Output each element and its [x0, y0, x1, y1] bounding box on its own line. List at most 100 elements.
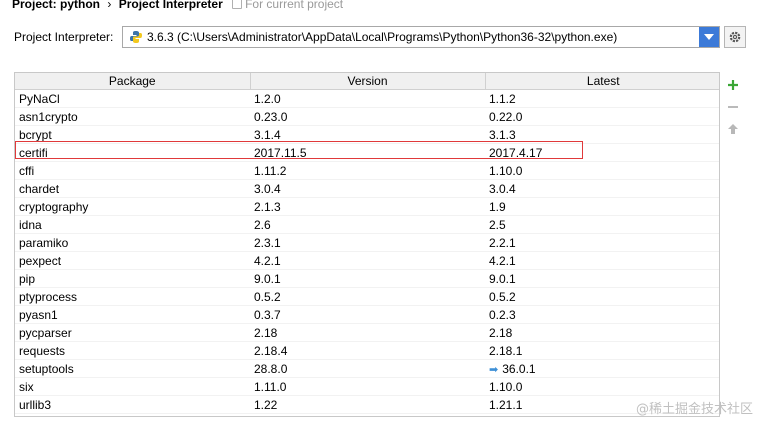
breadcrumb-project: Project: python [12, 0, 101, 11]
package-latest: 0.2.3 [485, 305, 719, 324]
column-header-package[interactable]: Package [15, 73, 251, 90]
table-row[interactable]: PyNaCl 1.2.0 1.1.2 [15, 89, 719, 108]
package-name: pip [15, 269, 250, 288]
arrow-up-icon [728, 124, 738, 134]
package-version: 2.1.3 [250, 197, 485, 216]
package-version: 2.18.4 [250, 341, 485, 360]
package-name: setuptools [15, 359, 250, 378]
package-latest: 1.10.0 [485, 377, 719, 396]
scope-hint: For current project [232, 0, 343, 11]
table-row[interactable]: paramiko 2.3.1 2.2.1 [15, 233, 719, 252]
package-name: pyasn1 [15, 305, 250, 324]
table-row[interactable]: urllib3 1.22 1.21.1 [15, 395, 719, 414]
table-row[interactable]: idna 2.6 2.5 [15, 215, 719, 234]
add-package-button[interactable] [724, 74, 742, 96]
scope-hint-text: For current project [245, 0, 344, 11]
breadcrumb: Project: python › Project Interpreter Fo… [12, 0, 343, 13]
table-row[interactable]: cryptography 2.1.3 1.9 [15, 197, 719, 216]
upgrade-package-button[interactable] [724, 118, 742, 140]
package-latest-cell: ➡ 36.0.1 [485, 359, 719, 378]
package-latest: 0.22.0 [485, 107, 719, 126]
package-name: asn1crypto [15, 107, 250, 126]
table-row[interactable]: requests 2.18.4 2.18.1 [15, 341, 719, 360]
table-row[interactable]: asn1crypto 0.23.0 0.22.0 [15, 107, 719, 126]
interpreter-select[interactable]: 3.6.3 (C:\Users\Administrator\AppData\Lo… [122, 26, 720, 48]
table-row[interactable]: ptyprocess 0.5.2 0.5.2 [15, 287, 719, 306]
python-icon [130, 31, 142, 43]
package-name: PyNaCl [15, 89, 250, 108]
packages-table: Package Version Latest PyNaCl 1.2.0 1.1.2 … [14, 72, 720, 417]
package-latest: 2017.4.17 [485, 143, 719, 162]
column-header-version[interactable]: Version [250, 73, 486, 90]
package-name: cffi [15, 161, 250, 180]
package-version: 1.11.0 [250, 377, 485, 396]
package-version: 1.22 [250, 395, 485, 414]
package-latest: 2.18.1 [485, 341, 719, 360]
minus-icon [728, 106, 738, 108]
package-version: 0.3.7 [250, 305, 485, 324]
remove-package-button[interactable] [724, 96, 742, 118]
table-row[interactable]: cffi 1.11.2 1.10.0 [15, 161, 719, 180]
package-name: paramiko [15, 233, 250, 252]
package-version: 4.2.1 [250, 251, 485, 270]
watermark: @稀土掘金技术社区 [635, 402, 753, 417]
project-scope-icon [232, 0, 243, 9]
package-version: 2.18 [250, 323, 485, 342]
table-row[interactable]: pexpect 4.2.1 4.2.1 [15, 251, 719, 270]
package-version: 1.2.0 [250, 89, 485, 108]
plus-icon [728, 80, 738, 90]
package-name: pycparser [15, 323, 250, 342]
package-latest: 3.0.4 [485, 179, 719, 198]
package-version: 3.0.4 [250, 179, 485, 198]
package-latest: 1.1.2 [485, 89, 719, 108]
table-row[interactable]: pip 9.0.1 9.0.1 [15, 269, 719, 288]
package-latest: 36.0.1 [502, 361, 536, 376]
interpreter-label: Project Interpreter: [14, 30, 114, 44]
table-row[interactable]: setuptools 28.8.0 ➡ 36.0.1 [15, 359, 719, 378]
package-version: 2.6 [250, 215, 485, 234]
table-row[interactable]: pycparser 2.18 2.18 [15, 323, 719, 342]
package-latest: 1.10.0 [485, 161, 719, 180]
package-version: 2017.11.5 [250, 143, 485, 162]
package-latest: 3.1.3 [485, 125, 719, 144]
gear-icon [729, 31, 741, 43]
table-row[interactable]: chardet 3.0.4 3.0.4 [15, 179, 719, 198]
package-name: chardet [15, 179, 250, 198]
package-toolbar [724, 74, 742, 140]
package-name: ptyprocess [15, 287, 250, 306]
package-version: 0.23.0 [250, 107, 485, 126]
breadcrumb-page: Project Interpreter [118, 0, 223, 11]
breadcrumb-separator: › [107, 0, 112, 11]
package-latest: 2.5 [485, 215, 719, 234]
package-latest: 2.18 [485, 323, 719, 342]
package-version: 1.11.2 [250, 161, 485, 180]
table-header-row: Package Version Latest [15, 73, 719, 90]
interpreter-path: 3.6.3 (C:\Users\Administrator\AppData\Lo… [147, 30, 618, 44]
table-row[interactable]: certifi 2017.11.5 2017.4.17 [15, 143, 719, 162]
package-name: idna [15, 215, 250, 234]
column-header-latest[interactable]: Latest [485, 73, 719, 90]
package-latest: 0.5.2 [485, 287, 719, 306]
arrow-right-icon: ➡ [489, 363, 499, 376]
package-version: 28.8.0 [250, 359, 485, 378]
package-version: 0.5.2 [250, 287, 485, 306]
table-row[interactable]: six 1.11.0 1.10.0 [15, 377, 719, 396]
package-latest: 2.2.1 [485, 233, 719, 252]
chevron-down-icon [704, 34, 714, 40]
package-name: certifi [15, 143, 250, 162]
package-version: 2.3.1 [250, 233, 485, 252]
table-row[interactable]: bcrypt 3.1.4 3.1.3 [15, 125, 719, 144]
table-row[interactable]: pyasn1 0.3.7 0.2.3 [15, 305, 719, 324]
package-latest: 4.2.1 [485, 251, 719, 270]
package-name: pexpect [15, 251, 250, 270]
package-latest: 1.9 [485, 197, 719, 216]
package-name: requests [15, 341, 250, 360]
package-version: 3.1.4 [250, 125, 485, 144]
package-version: 9.0.1 [250, 269, 485, 288]
package-name: six [15, 377, 250, 396]
package-name: urllib3 [15, 395, 250, 414]
package-name: bcrypt [15, 125, 250, 144]
package-name: cryptography [15, 197, 250, 216]
interpreter-dropdown-button[interactable] [699, 27, 719, 47]
interpreter-settings-button[interactable] [724, 26, 746, 48]
